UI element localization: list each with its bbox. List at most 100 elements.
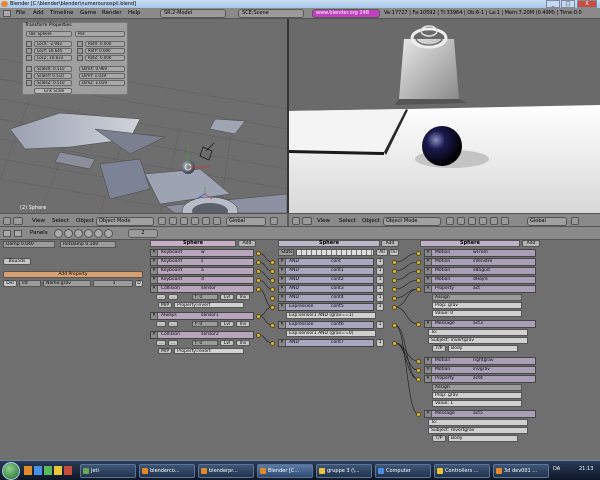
property-value-field[interactable]: 1 — [93, 280, 133, 287]
sensor-delete-icon[interactable]: ✕ — [151, 250, 158, 256]
sensor-type[interactable]: Collision — [158, 332, 198, 338]
sensors-header[interactable]: Sphere — [150, 240, 236, 247]
controller-delete-icon[interactable]: ✕ — [279, 304, 286, 310]
property-type-dropdown[interactable]: Int — [19, 280, 41, 287]
actuator-link-dot[interactable] — [416, 411, 421, 417]
controller-input-dot[interactable] — [270, 322, 275, 328]
start-orb-icon[interactable] — [2, 462, 20, 480]
orientation-dropdown-right[interactable]: Global — [527, 217, 567, 226]
sensor-delete-icon[interactable]: ✕ — [151, 332, 158, 338]
sensor-delete-icon[interactable]: ✕ — [151, 313, 158, 319]
property-mode-dropdown[interactable]: Assign — [432, 294, 522, 301]
translate-icon-right[interactable] — [479, 217, 487, 225]
controller-state-field[interactable]: 1 — [376, 285, 384, 293]
level-button[interactable]: Lvl — [220, 340, 234, 346]
add-property-button[interactable]: Add Property — [3, 271, 143, 278]
controller-brick[interactable]: ✕ AND cont3 — [278, 285, 374, 293]
window-type-icon[interactable] — [3, 10, 11, 17]
controller-output-dot[interactable] — [392, 295, 397, 301]
collision-property-field[interactable]: Property:invert — [174, 302, 244, 308]
object-name-field[interactable]: OB: Sphere — [26, 31, 72, 37]
parent-field[interactable]: Par: — [75, 31, 125, 37]
controller-delete-icon[interactable]: ✕ — [279, 277, 286, 283]
frequency-field[interactable]: f: 0 — [192, 321, 218, 327]
controller-type[interactable]: AND — [286, 286, 328, 292]
blender-url-link[interactable]: www.blender.org 248 — [312, 9, 380, 18]
pulse-false-button[interactable]: ... — [168, 340, 178, 346]
controller-type[interactable]: AND — [286, 259, 328, 265]
property-mode-dropdown[interactable]: Assign — [432, 384, 522, 391]
controller-name[interactable]: cont1 — [328, 268, 344, 274]
actuator-link-dot[interactable] — [416, 321, 421, 327]
property-value-field[interactable]: Value: 0 — [432, 310, 522, 317]
orientation-dropdown-left[interactable]: Global — [226, 217, 266, 226]
controller-delete-icon[interactable]: ✕ — [279, 286, 286, 292]
sensor-link-dot[interactable] — [256, 268, 261, 274]
controller-output-dot[interactable] — [392, 259, 397, 265]
actuator-type[interactable]: Motion — [432, 259, 470, 265]
property-name-field[interactable]: Name:grav — [43, 280, 91, 287]
invert-button[interactable]: Inv — [236, 321, 250, 327]
sensor-type[interactable]: Keyboard — [158, 277, 198, 283]
view-window-type-icon-right[interactable] — [292, 217, 300, 225]
controller-name[interactable]: cont5 — [328, 304, 344, 310]
menu-view-right[interactable]: View — [317, 218, 330, 224]
sensor-brick[interactable]: ✕ Keyboard d — [150, 276, 254, 284]
controller-brick[interactable]: ✕ AND cont4 — [278, 294, 374, 302]
text-property-toggle[interactable]: T/P — [432, 435, 446, 442]
controller-brick[interactable]: ✕ AND cont1 — [278, 267, 374, 275]
lock-scalez-button[interactable] — [26, 80, 32, 86]
scalez-field[interactable]: ScaleZ: 0.510 — [34, 80, 72, 86]
actuator-name[interactable]: dHojre — [470, 277, 488, 283]
bounds-button[interactable]: Bounds — [3, 258, 31, 265]
sensor-brick[interactable]: ✕ Keyboard s — [150, 258, 254, 266]
sensor-brick[interactable]: ✕ Collision sensor2 — [150, 331, 254, 339]
sensor-brick[interactable]: ✕ Keyboard a — [150, 267, 254, 275]
controller-input-dot[interactable] — [270, 259, 275, 265]
roty-field[interactable]: RotY: 0.000 — [85, 48, 125, 54]
actuator-delete-icon[interactable]: ✕ — [425, 277, 432, 283]
lock-scalex-button[interactable] — [26, 66, 32, 72]
controller-delete-icon[interactable]: ✕ — [279, 268, 286, 274]
lock-rotx-button[interactable] — [77, 41, 83, 47]
message-subject-field[interactable]: Subject: revertgrav — [428, 427, 528, 434]
text-property-toggle[interactable]: T/P — [432, 345, 446, 352]
sensor-brick[interactable]: ✕ Collision sensor — [150, 285, 254, 293]
controller-input-dot[interactable] — [270, 277, 275, 283]
actuator-link-dot[interactable] — [416, 259, 421, 265]
actuators-header[interactable]: Sphere — [420, 240, 520, 247]
controller-delete-icon[interactable]: ✕ — [279, 259, 286, 265]
quicklaunch-icon-1[interactable] — [24, 466, 32, 475]
sensor-type[interactable]: Collision — [158, 286, 198, 292]
menu-game[interactable]: Game — [80, 10, 96, 16]
controller-output-dot[interactable] — [392, 322, 397, 328]
taskbar-button[interactable]: Jeti — [80, 464, 136, 478]
actuator-link-dot[interactable] — [416, 268, 421, 274]
controller-name[interactable]: cont4 — [328, 295, 344, 301]
controller-type[interactable]: AND — [286, 277, 328, 283]
pivot-icon[interactable] — [169, 217, 177, 225]
collision-property-field[interactable]: Property:revert — [174, 348, 244, 354]
pulse-true-button[interactable]: ... — [156, 321, 166, 327]
menu-object-left[interactable]: Object — [76, 218, 94, 224]
controller-brick[interactable]: ✕ Expression cont5 — [278, 303, 374, 311]
actuator-delete-icon[interactable]: ✕ — [425, 367, 432, 373]
actuator-brick[interactable]: ✕ Property act — [424, 285, 536, 293]
manipulator-icon[interactable] — [180, 217, 188, 225]
actuator-brick[interactable]: ✕ Motion rightgrav — [424, 357, 536, 365]
locx-field[interactable]: LocX: -2.942 — [34, 41, 72, 47]
panels-menu[interactable]: Panels — [30, 230, 48, 236]
lock-locy-button[interactable] — [26, 48, 32, 54]
menu-help[interactable]: Help — [128, 10, 141, 16]
sensor-type[interactable]: Keyboard — [158, 250, 198, 256]
controller-type[interactable]: AND — [286, 268, 328, 274]
dimx-field[interactable]: DimX: 0.969 — [79, 66, 125, 72]
controller-state-field[interactable]: 1 — [376, 321, 384, 329]
actuator-type[interactable]: Motion — [432, 358, 470, 364]
actuator-name[interactable]: act3 — [470, 321, 483, 327]
minimize-button[interactable]: _ — [546, 0, 560, 8]
menu-render[interactable]: Render — [102, 10, 122, 16]
actuator-brick[interactable]: ✕ Message act5 — [424, 410, 536, 418]
actuator-link-dot[interactable] — [416, 277, 421, 283]
locz-field[interactable]: LocZ: 10.833 — [34, 55, 72, 61]
